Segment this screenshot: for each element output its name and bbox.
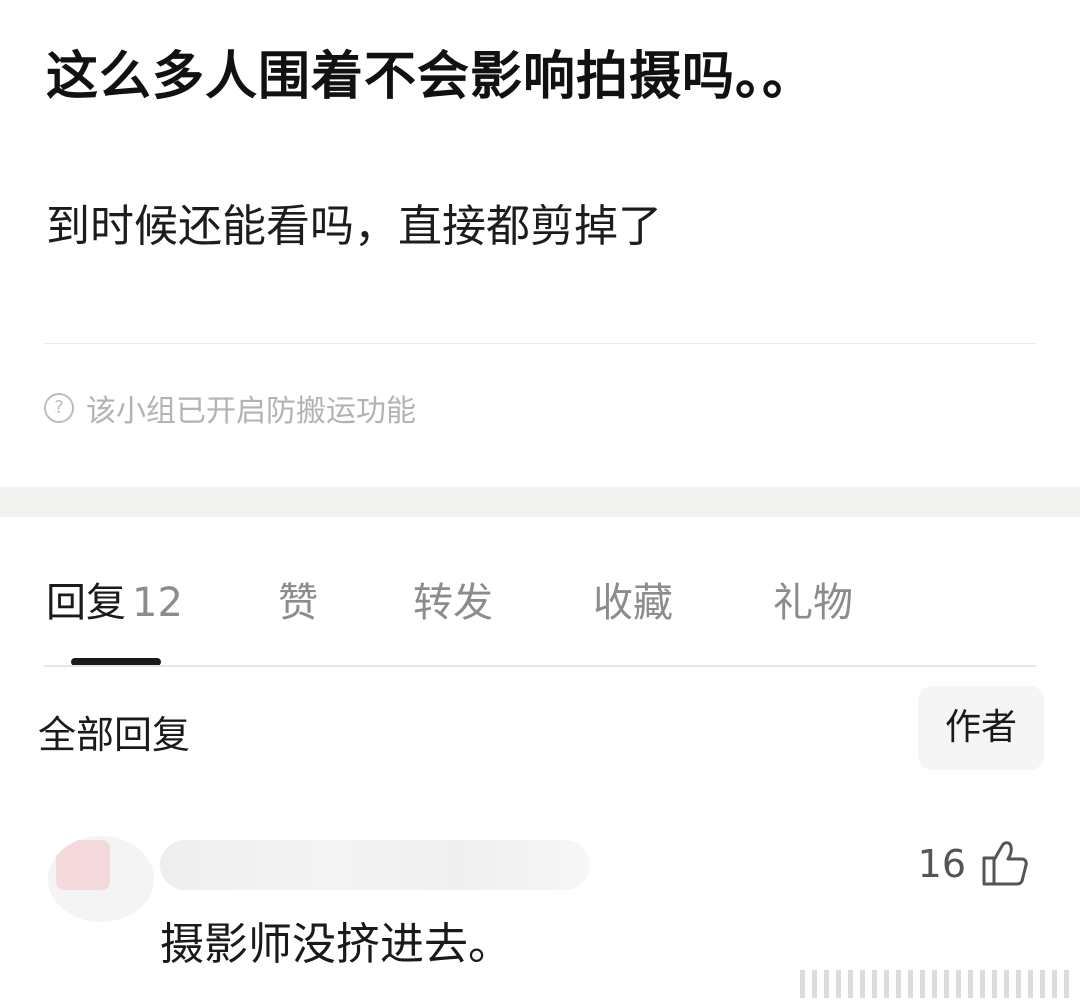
post-body: 到时候还能看吗，直接都剪掉了 [46,201,662,252]
divider [44,343,1036,344]
username-blurred[interactable] [160,840,590,890]
comment-text: 摄影师没挤进去。 [160,919,512,970]
avatar-image [56,840,110,890]
thumbs-up-icon[interactable] [980,836,1030,888]
question-circle-icon: ? [44,393,74,423]
tab-favorites[interactable]: 收藏 [593,570,673,628]
watermark [800,970,1070,998]
tab-replies-count: 12 [132,580,183,626]
avatar[interactable] [48,836,154,922]
tab-replies-label: 回复 [46,580,126,626]
tab-divider [44,665,1036,667]
filter-all-replies[interactable]: 全部回复 [38,704,190,759]
tab-gifts[interactable]: 礼物 [773,570,853,628]
author-only-button[interactable]: 作者 [918,686,1044,770]
anti-repost-notice: ? 该小组已开启防搬运功能 [44,386,416,430]
section-separator [0,487,1080,517]
notice-text: 该小组已开启防搬运功能 [86,394,416,429]
tab-replies[interactable]: 回复 12 [46,570,183,628]
tab-reposts[interactable]: 转发 [413,570,493,628]
post-title: 这么多人围着不会影响拍摄吗。。 [46,47,816,107]
tab-likes[interactable]: 赞 [278,570,318,628]
tab-bar: 回复 12 赞 转发 收藏 礼物 [0,570,1080,640]
like-count: 16 [917,842,966,886]
